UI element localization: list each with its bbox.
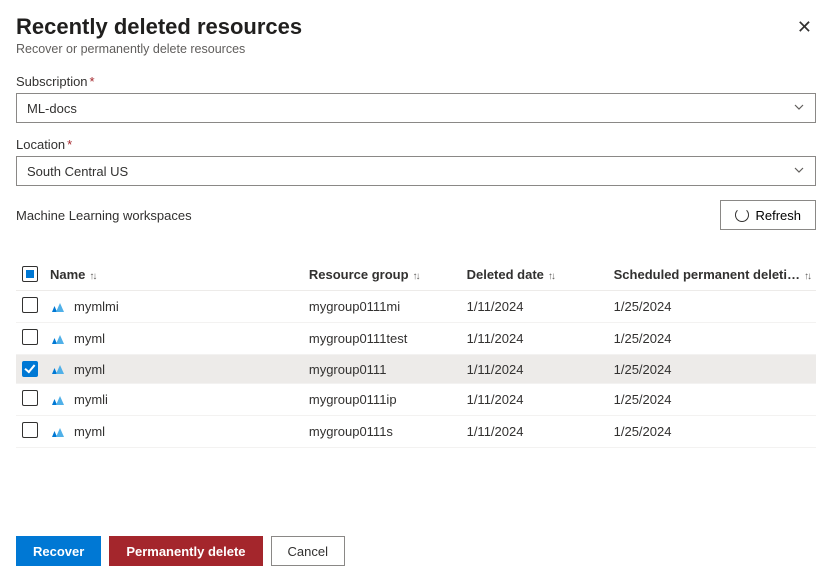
workspace-name: mymlmi	[74, 299, 119, 314]
recover-button[interactable]: Recover	[16, 536, 101, 566]
sort-icon: ↑↓	[548, 271, 554, 282]
col-header-scheduled-delete[interactable]: Scheduled permanent deleti…↑↓	[608, 258, 816, 291]
refresh-button[interactable]: Refresh	[720, 200, 816, 230]
row-checkbox[interactable]	[22, 297, 38, 313]
location-select[interactable]: South Central US	[16, 156, 816, 186]
chevron-down-icon	[793, 101, 805, 116]
workspace-name: mymli	[74, 392, 108, 407]
scheduled-delete-date: 1/25/2024	[608, 355, 816, 384]
chevron-down-icon	[793, 164, 805, 179]
table-row[interactable]: mymlmi mygroup0111mi1/11/20241/25/2024	[16, 291, 816, 323]
table-row[interactable]: myml mygroup01111/11/20241/25/2024	[16, 355, 816, 384]
location-value: South Central US	[27, 164, 128, 179]
workspace-name: myml	[74, 424, 105, 439]
deleted-date: 1/11/2024	[461, 291, 608, 323]
deleted-date: 1/11/2024	[461, 355, 608, 384]
close-icon[interactable]: ✕	[793, 14, 816, 40]
workspace-icon	[50, 392, 66, 408]
table-row[interactable]: mymli mygroup0111ip1/11/20241/25/2024	[16, 384, 816, 416]
deleted-date: 1/11/2024	[461, 323, 608, 355]
sort-icon: ↑↓	[804, 271, 810, 282]
resource-group: mygroup0111test	[303, 323, 461, 355]
col-header-resource-group[interactable]: Resource group↑↓	[303, 258, 461, 291]
table-row[interactable]: myml mygroup0111test1/11/20241/25/2024	[16, 323, 816, 355]
resource-group: mygroup0111ip	[303, 384, 461, 416]
subscription-label: Subscription*	[16, 74, 816, 89]
workspaces-table: Name↑↓ Resource group↑↓ Deleted date↑↓ S…	[16, 258, 816, 448]
workspace-icon	[50, 361, 66, 377]
resource-group: mygroup0111mi	[303, 291, 461, 323]
scheduled-delete-date: 1/25/2024	[608, 323, 816, 355]
workspace-name: myml	[74, 362, 105, 377]
scheduled-delete-date: 1/25/2024	[608, 291, 816, 323]
row-checkbox[interactable]	[22, 422, 38, 438]
subscription-value: ML-docs	[27, 101, 77, 116]
scheduled-delete-date: 1/25/2024	[608, 416, 816, 448]
workspace-name: myml	[74, 331, 105, 346]
refresh-icon	[735, 208, 749, 222]
col-header-name[interactable]: Name↑↓	[44, 258, 303, 291]
sort-icon: ↑↓	[413, 271, 419, 282]
page-subtitle: Recover or permanently delete resources	[16, 42, 302, 56]
deleted-date: 1/11/2024	[461, 416, 608, 448]
col-header-deleted-date[interactable]: Deleted date↑↓	[461, 258, 608, 291]
page-title: Recently deleted resources	[16, 14, 302, 40]
subscription-select[interactable]: ML-docs	[16, 93, 816, 123]
row-checkbox[interactable]	[22, 361, 38, 377]
workspace-icon	[50, 331, 66, 347]
scheduled-delete-date: 1/25/2024	[608, 384, 816, 416]
resource-group: mygroup0111s	[303, 416, 461, 448]
section-heading: Machine Learning workspaces	[16, 208, 192, 223]
permanently-delete-button[interactable]: Permanently delete	[109, 536, 262, 566]
select-all-checkbox[interactable]	[22, 266, 38, 282]
row-checkbox[interactable]	[22, 390, 38, 406]
table-row[interactable]: myml mygroup0111s1/11/20241/25/2024	[16, 416, 816, 448]
cancel-button[interactable]: Cancel	[271, 536, 345, 566]
workspace-icon	[50, 424, 66, 440]
location-label: Location*	[16, 137, 816, 152]
row-checkbox[interactable]	[22, 329, 38, 345]
refresh-label: Refresh	[755, 208, 801, 223]
sort-icon: ↑↓	[89, 271, 95, 282]
workspace-icon	[50, 299, 66, 315]
resource-group: mygroup0111	[303, 355, 461, 384]
deleted-date: 1/11/2024	[461, 384, 608, 416]
